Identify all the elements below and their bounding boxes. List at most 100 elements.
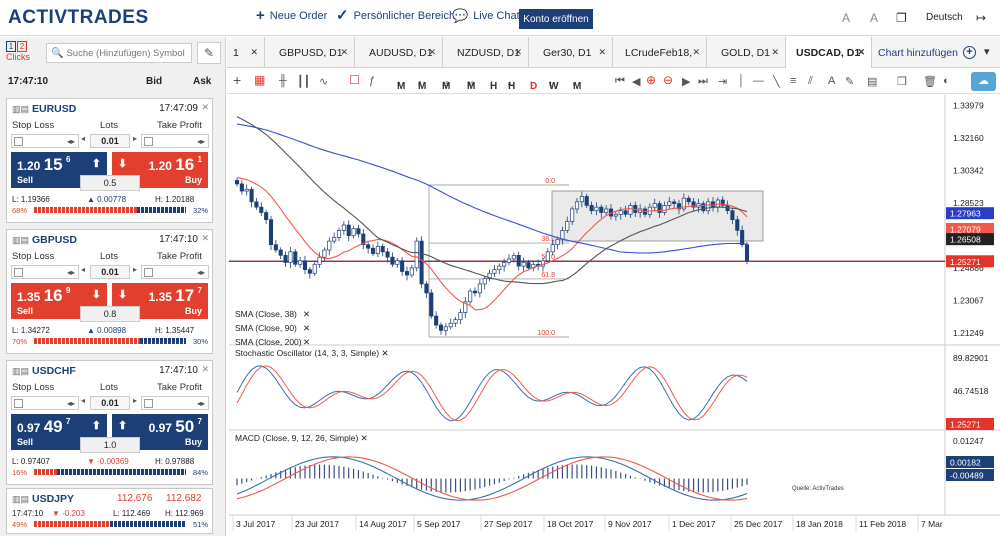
grid-icon[interactable]: ▦ — [254, 73, 265, 87]
live-chat-button[interactable]: 💬 Live Chat — [452, 9, 520, 22]
channel-icon[interactable]: ⫽ — [808, 75, 813, 88]
close-icon[interactable]: ✕ — [201, 233, 209, 244]
language-selector[interactable]: Deutsch — [926, 12, 963, 23]
ask-price[interactable]: 112.682 — [166, 493, 201, 504]
take-profit-checkbox[interactable] — [144, 399, 153, 408]
timeframe-m15[interactable]: M 15 — [442, 75, 450, 92]
auto-scroll-icon[interactable]: ⇥ — [718, 75, 727, 88]
instrument-symbol[interactable]: ▥▤ USDJPY — [12, 493, 74, 505]
stop-loss-checkbox[interactable] — [14, 399, 23, 408]
lots-input[interactable]: 0.01 — [90, 134, 130, 148]
settings-icon[interactable]: ◐ — [943, 75, 950, 87]
zoom-in-icon[interactable]: ⊕ — [646, 73, 656, 87]
copy-icon[interactable]: ❐ — [897, 75, 907, 88]
one-click-option[interactable]: 1 — [6, 41, 16, 52]
logout-icon[interactable]: ↦ — [976, 11, 986, 25]
stop-loss-field[interactable]: ◂▸ — [11, 134, 79, 148]
lots-decrease[interactable]: ◂ — [81, 396, 85, 405]
symbol-search-input[interactable] — [66, 47, 192, 59]
close-icon[interactable]: ✕ — [771, 47, 779, 58]
stop-loss-checkbox[interactable] — [14, 268, 23, 277]
step-back-icon[interactable]: ◀ — [632, 75, 640, 88]
chevron-down-icon[interactable]: ◂▸ — [197, 399, 205, 408]
font-decrease-icon[interactable]: A — [842, 11, 850, 25]
timeframe-h1[interactable]: H1 — [490, 75, 497, 92]
instrument-symbol[interactable]: ▥▤ GBPUSD — [12, 234, 77, 246]
timeframe-m30[interactable]: M 30 — [467, 75, 475, 92]
open-account-button[interactable]: Konto eröffnen — [519, 9, 593, 29]
fibonacci-icon[interactable]: ≡ — [790, 75, 796, 87]
text-tool-icon[interactable]: A — [828, 75, 835, 87]
close-icon[interactable]: ✕ — [692, 47, 700, 58]
tab-gold[interactable]: GOLD, D1 ✕ — [707, 37, 786, 68]
lots-decrease[interactable]: ◂ — [81, 265, 85, 274]
chevron-down-icon[interactable]: ◂▸ — [197, 268, 205, 277]
usdcad-chart[interactable]: 0.038.250.061.8100.0SMA (Close, 38)✕SMA … — [229, 95, 1000, 536]
take-profit-field[interactable]: ◂▸ — [141, 396, 209, 410]
font-increase-icon[interactable]: A — [870, 11, 878, 25]
take-profit-field[interactable]: ◂▸ — [141, 134, 209, 148]
chevron-down-icon[interactable]: ◂▸ — [197, 137, 205, 146]
stop-loss-field[interactable]: ◂▸ — [11, 396, 79, 410]
vertical-line-icon[interactable]: │ — [738, 75, 745, 87]
candlestick-icon[interactable]: ┃┃ — [297, 75, 310, 88]
personal-area-button[interactable]: ✓ Persönlicher Bereich — [336, 8, 455, 23]
take-profit-field[interactable]: ◂▸ — [141, 265, 209, 279]
lots-increase[interactable]: ▸ — [133, 134, 137, 143]
stop-loss-field[interactable]: ◂▸ — [11, 265, 79, 279]
close-icon[interactable]: ✕ — [303, 337, 310, 347]
jump-end-icon[interactable]: ⏭ — [698, 75, 708, 88]
step-forward-icon[interactable]: ▶ — [682, 75, 690, 88]
two-click-option[interactable]: 2 — [17, 41, 27, 52]
timeframe-mn[interactable]: Mn — [573, 75, 581, 92]
lots-decrease[interactable]: ◂ — [81, 134, 85, 143]
layers-icon[interactable]: ▤ — [867, 75, 877, 88]
clicks-selector[interactable]: 12 Clicks — [6, 41, 30, 62]
crosshair-icon[interactable]: + — [233, 72, 241, 88]
cloud-sync-icon[interactable]: ☁ — [971, 72, 996, 91]
close-icon[interactable]: ✕ — [303, 309, 310, 319]
close-icon[interactable]: ✕ — [250, 47, 258, 58]
chevron-down-icon[interactable]: ◂▸ — [67, 268, 75, 277]
instrument-card-usdjpy[interactable]: ▥▤ USDJPY 112.676 112.682 17:47:10 ▼ -0.2… — [6, 488, 213, 534]
timeframe-m5[interactable]: M5 — [418, 75, 426, 92]
tab-gbpusd[interactable]: GBPUSD, D1 ✕ — [265, 37, 355, 68]
close-icon[interactable]: ✕ — [598, 47, 606, 58]
activtrades-logo[interactable]: ACTIVTRADES — [8, 7, 149, 29]
close-icon[interactable]: ✕ — [340, 47, 348, 58]
tab-usdcad[interactable]: USDCAD, D1 ✕ — [786, 37, 872, 68]
window-icon[interactable]: ❐ — [896, 11, 907, 25]
shape-tool-icon[interactable]: ✎ — [845, 75, 854, 88]
stop-loss-checkbox[interactable] — [14, 137, 23, 146]
close-icon[interactable]: ✕ — [303, 323, 310, 333]
bid-price[interactable]: 112.676 — [117, 493, 152, 504]
symbol-search-box[interactable]: 🔍 — [46, 43, 192, 63]
add-chart-tab[interactable]: Chart hinzufügen + — [872, 37, 980, 68]
bar-chart-icon[interactable]: ╫ — [279, 75, 287, 87]
close-icon[interactable]: ✕ — [201, 364, 209, 375]
chart-area[interactable]: 0.038.250.061.8100.0SMA (Close, 38)✕SMA … — [229, 95, 1000, 536]
tab-chart-1[interactable]: 1 ✕ — [227, 37, 265, 68]
tab-ger30[interactable]: Ger30, D1 ✕ — [529, 37, 613, 68]
close-icon[interactable]: ✕ — [857, 47, 865, 58]
instrument-card[interactable]: ▥▤ GBPUSD 17:47:10 ✕ Stop Loss Lots Take … — [6, 229, 213, 354]
take-profit-checkbox[interactable] — [144, 268, 153, 277]
close-icon[interactable]: ✕ — [514, 47, 522, 58]
delete-icon[interactable]: 🗑 — [923, 75, 937, 88]
lots-input[interactable]: 0.01 — [90, 396, 130, 410]
pencil-icon[interactable]: ✎ — [197, 42, 221, 64]
tab-nzdusd[interactable]: NZDUSD, D1 ✕ — [443, 37, 529, 68]
instrument-symbol[interactable]: ▥▤ EURUSD — [12, 103, 76, 115]
horizontal-line-icon[interactable]: — — [753, 75, 764, 87]
zoom-out-icon[interactable]: ⊖ — [663, 73, 673, 87]
indicators-icon[interactable]: ƒ — [369, 75, 375, 87]
close-icon[interactable]: ✕ — [201, 102, 209, 113]
take-profit-checkbox[interactable] — [144, 137, 153, 146]
line-chart-icon[interactable]: ∿ — [319, 75, 328, 88]
chevron-down-icon[interactable]: ◂▸ — [67, 137, 75, 146]
tab-lcrude[interactable]: LCrudeFeb18, ✕ — [613, 37, 707, 68]
timeframe-m1[interactable]: M1 — [397, 75, 405, 92]
instrument-symbol[interactable]: ▥▤ USDCHF — [12, 365, 76, 377]
chevron-down-icon[interactable]: ◂▸ — [67, 399, 75, 408]
trendline-icon[interactable]: ╲ — [773, 75, 780, 88]
